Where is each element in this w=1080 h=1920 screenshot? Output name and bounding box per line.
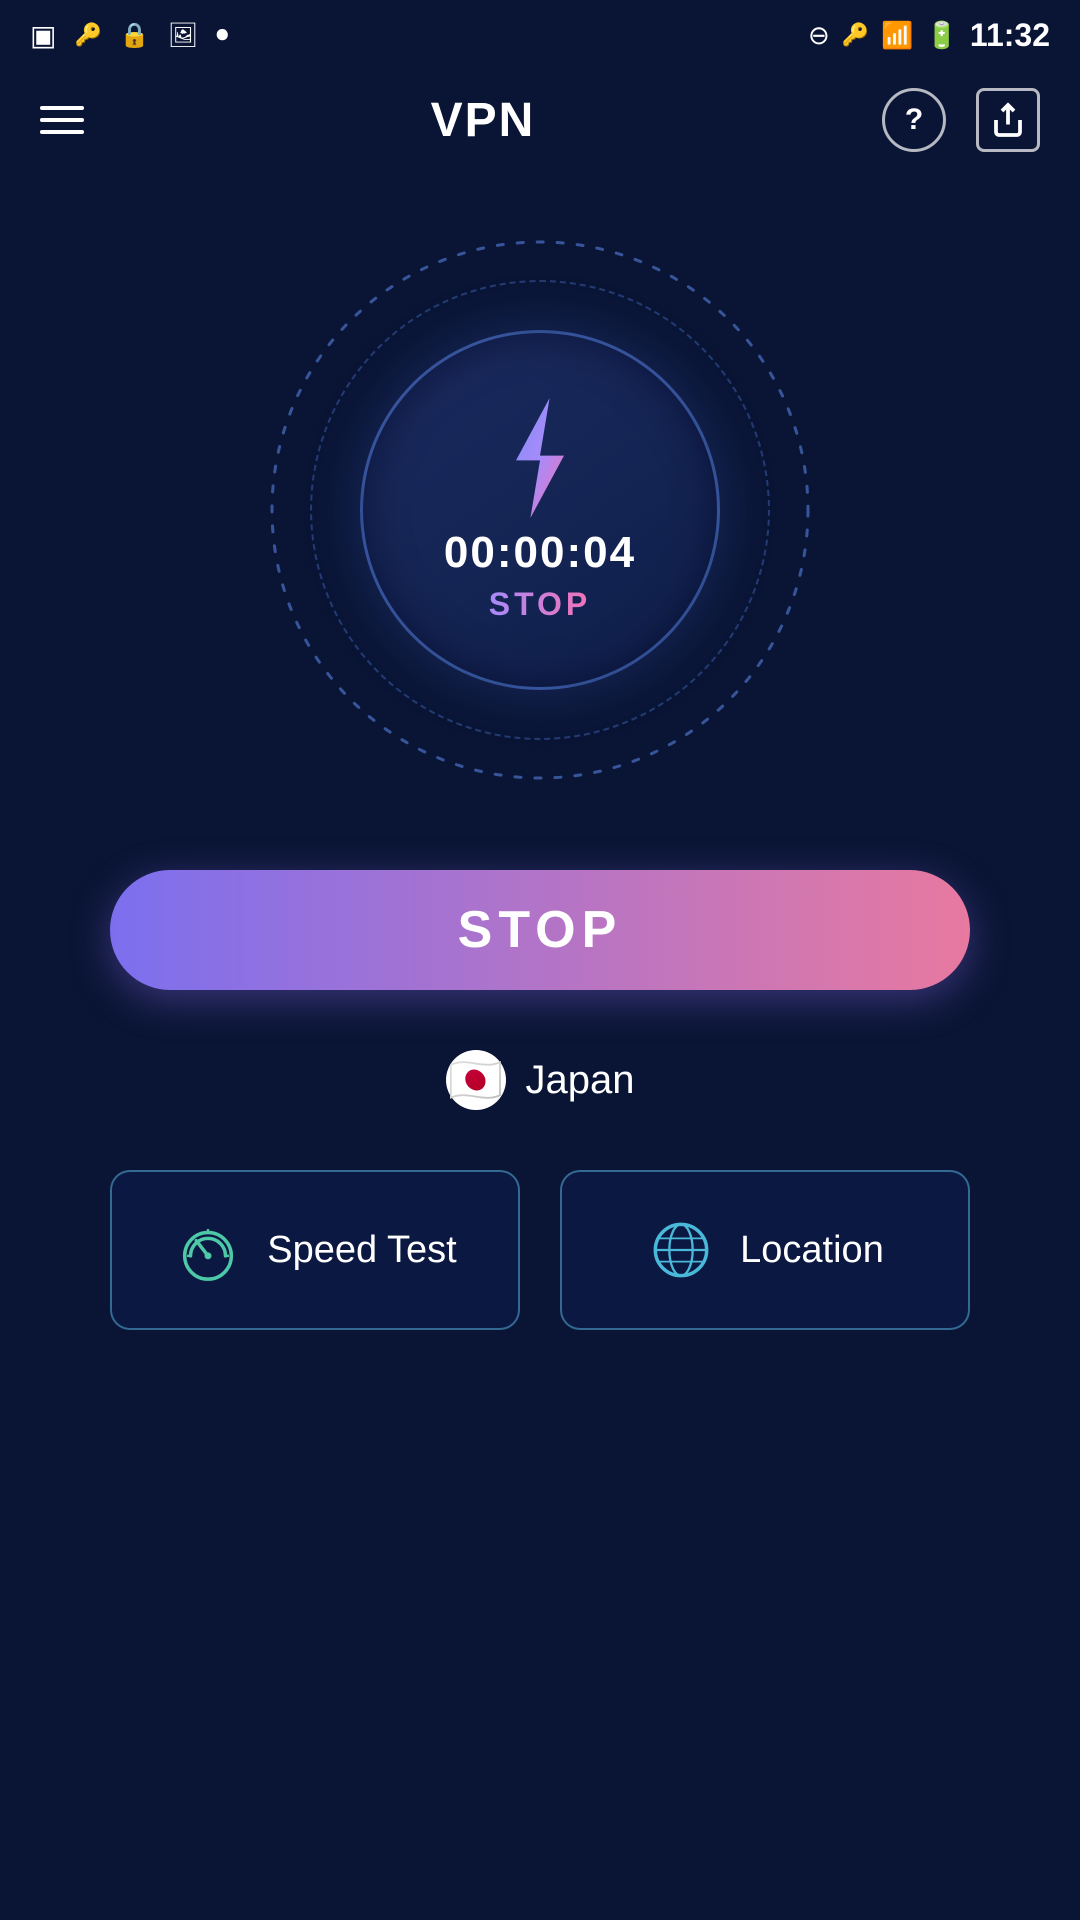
hamburger-menu-button[interactable] xyxy=(40,106,84,134)
sim-icon: ▣ xyxy=(30,19,56,52)
minus-icon: ⊖ xyxy=(808,20,830,51)
status-right-icons: ⊖ 🔑 📶 🔋 11:32 xyxy=(808,17,1050,54)
status-time: 11:32 xyxy=(970,17,1050,54)
vpn-timer: 00:00:04 xyxy=(444,528,636,578)
status-bar: ▣ 🔑 🔒 🖼 ⏺ ⊖ 🔑 📶 🔋 11:32 xyxy=(0,0,1080,70)
lightning-icon xyxy=(490,398,590,518)
location-name: Japan xyxy=(526,1058,635,1103)
menu-line-1 xyxy=(40,106,84,110)
vpn-stop-label: STOP xyxy=(489,586,592,623)
globe-icon xyxy=(646,1215,716,1285)
status-left-icons: ▣ 🔑 🔒 🖼 ⏺ xyxy=(30,19,228,52)
vpn-power-button[interactable]: 00:00:04 STOP xyxy=(360,330,720,690)
vpn-key-icon: 🔑 xyxy=(842,22,869,48)
speedometer-icon xyxy=(173,1215,243,1285)
signal-icon: 📶 xyxy=(881,20,913,51)
app-header: VPN ? xyxy=(0,70,1080,170)
share-icon xyxy=(990,102,1026,138)
record-icon: ⏺ xyxy=(216,21,228,49)
main-content: 00:00:04 STOP STOP 🇯🇵 Japan xyxy=(0,170,1080,1330)
location-button[interactable]: Location xyxy=(560,1170,970,1330)
app-title: VPN xyxy=(431,93,536,148)
help-button[interactable]: ? xyxy=(882,88,946,152)
location-indicator: 🇯🇵 Japan xyxy=(446,1050,635,1110)
menu-line-3 xyxy=(40,130,84,134)
question-icon: ? xyxy=(905,103,923,137)
bottom-buttons: Speed Test Location xyxy=(110,1170,970,1330)
key-icon: 🔑 xyxy=(74,22,101,48)
lock-icon: 🔒 xyxy=(120,21,150,50)
vpn-circle-container: 00:00:04 STOP xyxy=(260,230,820,790)
battery-icon: 🔋 xyxy=(926,20,958,51)
image-icon: 🖼 xyxy=(168,21,198,50)
header-actions: ? xyxy=(882,88,1040,152)
speed-test-button[interactable]: Speed Test xyxy=(110,1170,520,1330)
share-button[interactable] xyxy=(976,88,1040,152)
location-label: Location xyxy=(740,1229,884,1272)
menu-line-2 xyxy=(40,118,84,122)
stop-button[interactable]: STOP xyxy=(110,870,970,990)
speed-test-label: Speed Test xyxy=(267,1229,456,1272)
japan-flag: 🇯🇵 xyxy=(446,1050,506,1110)
